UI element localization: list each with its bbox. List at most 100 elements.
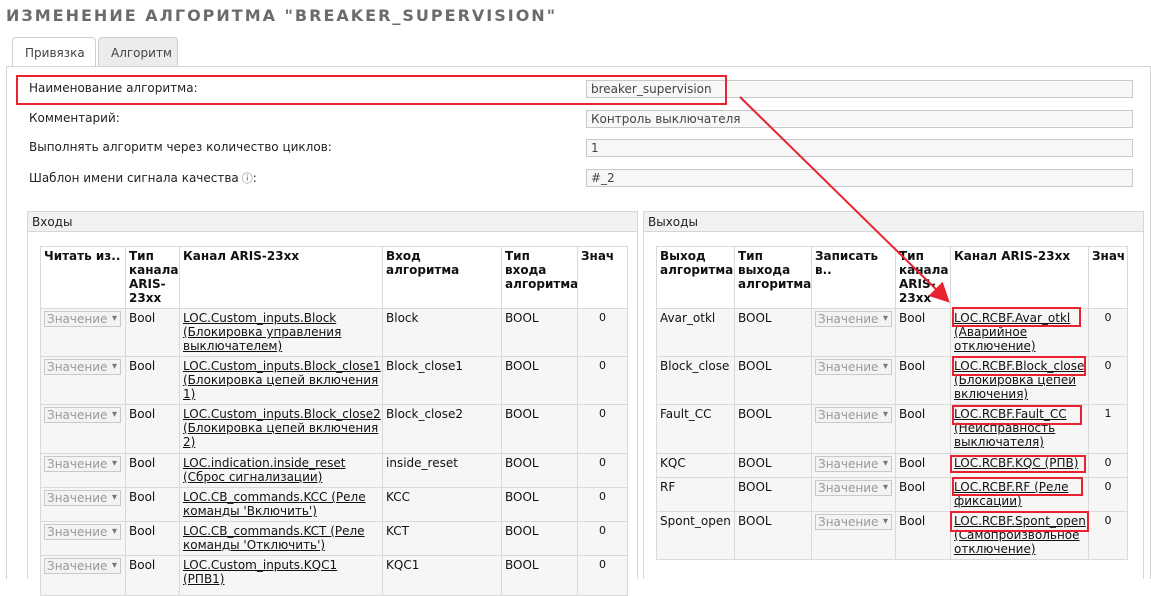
channel-link[interactable]: LOC.Custom_inputs.KQC1 (РПВ1) bbox=[183, 558, 337, 586]
table-row: Значение ▾ Bool LOC.Custom_inputs.Block_clo… bbox=[40, 404, 628, 454]
chevron-down-icon: ▾ bbox=[882, 516, 888, 527]
write-to-select[interactable]: Значение ▾ bbox=[815, 514, 892, 530]
alg-input-cell: inside_reset bbox=[382, 453, 502, 488]
read-from-cell: Значение ▾ bbox=[40, 356, 126, 405]
channel-type-cell: Bool bbox=[125, 521, 180, 556]
out-channel-type-cell: Bool bbox=[895, 404, 951, 454]
table-row: Значение ▾ Bool LOC.Custom_inputs.KQC1 (РПВ… bbox=[40, 555, 628, 596]
page-title: ИЗМЕНЕНИЕ АЛГОРИТМА "BREAKER_SUPERVISION… bbox=[6, 6, 558, 25]
chevron-down-icon: ▾ bbox=[882, 361, 888, 372]
read-from-cell: Значение ▾ bbox=[40, 521, 126, 556]
channel-link[interactable]: LOC.Custom_inputs.Block (Блокировка упра… bbox=[183, 311, 341, 353]
select-value: Значение bbox=[47, 408, 108, 422]
header-channel: Канал ARIS-23xx bbox=[179, 246, 383, 309]
quality-template-input[interactable] bbox=[586, 169, 1133, 187]
write-to-select[interactable]: Значение ▾ bbox=[815, 456, 892, 472]
table-row: Значение ▾ Bool LOC.indication.inside_reset… bbox=[40, 453, 628, 488]
out-value-cell: 0 bbox=[1088, 308, 1128, 357]
alg-input-cell: KCT bbox=[382, 521, 502, 556]
channel-link[interactable]: LOC.CB_commands.KCC (Реле команды 'Включ… bbox=[183, 490, 366, 518]
chevron-down-icon: ▾ bbox=[111, 409, 117, 420]
cycles-input[interactable] bbox=[586, 139, 1133, 157]
select-value: Значение bbox=[818, 457, 879, 471]
value-cell: 0 bbox=[577, 555, 628, 596]
chevron-down-icon: ▾ bbox=[111, 526, 117, 537]
channel-type-cell: Bool bbox=[125, 487, 180, 522]
chevron-down-icon: ▾ bbox=[882, 313, 888, 324]
cycles-label: Выполнять алгоритм через количество цикл… bbox=[29, 140, 332, 154]
alg-output-cell: RF bbox=[656, 477, 735, 512]
tab-algorithm[interactable]: Алгоритм bbox=[98, 37, 178, 67]
select-value: Значение bbox=[47, 457, 108, 471]
out-channel-type-cell: Bool bbox=[895, 308, 951, 357]
alg-input-cell: KCC bbox=[382, 487, 502, 522]
read-from-select[interactable]: Значение ▾ bbox=[44, 311, 121, 327]
channel-cell: LOC.Custom_inputs.Block_close1 (Блокиров… bbox=[179, 356, 383, 405]
quality-template-label-text: Шаблон имени сигнала качества bbox=[29, 171, 239, 185]
chevron-down-icon: ▾ bbox=[111, 361, 117, 372]
write-to-cell: Значение ▾ bbox=[811, 511, 896, 560]
read-from-select[interactable]: Значение ▾ bbox=[44, 524, 121, 540]
out-channel-type-cell: Bool bbox=[895, 477, 951, 512]
channel-link[interactable]: LOC.Custom_inputs.Block_close1 (Блокиров… bbox=[183, 359, 381, 401]
write-to-cell: Значение ▾ bbox=[811, 477, 896, 512]
channel-cell: LOC.Custom_inputs.Block (Блокировка упра… bbox=[179, 308, 383, 357]
alg-output-type-cell: BOOL bbox=[734, 453, 812, 478]
alg-output-cell: Spont_open bbox=[656, 511, 735, 560]
info-icon[interactable]: ⓘ bbox=[242, 172, 253, 185]
tab-binding[interactable]: Привязка bbox=[12, 37, 96, 68]
select-value: Значение bbox=[47, 559, 108, 573]
alg-output-cell: Avar_otkl bbox=[656, 308, 735, 357]
inputs-section-title: Входы bbox=[28, 212, 637, 232]
read-from-cell: Значение ▾ bbox=[40, 308, 126, 357]
channel-cell: LOC.CB_commands.KCT (Реле команды 'Отклю… bbox=[179, 521, 383, 556]
header-alg-output: Выход алгоритма bbox=[656, 246, 735, 309]
channel-link[interactable]: LOC.Custom_inputs.Block_close2 (Блокиров… bbox=[183, 407, 381, 449]
channel-cell: LOC.indication.inside_reset (Сброс сигна… bbox=[179, 453, 383, 488]
alg-input-cell: KQC1 bbox=[382, 555, 502, 596]
write-to-cell: Значение ▾ bbox=[811, 453, 896, 478]
channel-link[interactable]: LOC.CB_commands.KCT (Реле команды 'Отклю… bbox=[183, 524, 365, 552]
header-out-value: Знач bbox=[1088, 246, 1128, 309]
write-to-select[interactable]: Значение ▾ bbox=[815, 480, 892, 496]
channel-type-cell: Bool bbox=[125, 404, 180, 454]
read-from-select[interactable]: Значение ▾ bbox=[44, 359, 121, 375]
table-row: Значение ▾ Bool LOC.Custom_inputs.Block (Бл… bbox=[40, 308, 628, 357]
channel-desc: (Блокировка цепей включения) bbox=[954, 373, 1076, 401]
quality-label-colon: : bbox=[252, 171, 257, 185]
read-from-select[interactable]: Значение ▾ bbox=[44, 407, 121, 423]
chevron-down-icon: ▾ bbox=[111, 560, 117, 571]
write-to-select[interactable]: Значение ▾ bbox=[815, 359, 892, 375]
quality-template-label: Шаблон имени сигнала качества ⓘ: bbox=[29, 170, 257, 186]
channel-link[interactable]: LOC.indication.inside_reset (Сброс сигна… bbox=[183, 456, 345, 484]
value-cell: 0 bbox=[577, 308, 628, 357]
write-to-select[interactable]: Значение ▾ bbox=[815, 311, 892, 327]
highlight-box-block-close bbox=[952, 356, 1086, 376]
alg-input-cell: Block_close1 bbox=[382, 356, 502, 405]
comment-input[interactable] bbox=[586, 110, 1133, 128]
read-from-select[interactable]: Значение ▾ bbox=[44, 456, 121, 472]
chevron-down-icon: ▾ bbox=[111, 458, 117, 469]
alg-input-type-cell: BOOL bbox=[501, 487, 578, 522]
read-from-select[interactable]: Значение ▾ bbox=[44, 490, 121, 506]
write-to-select[interactable]: Значение ▾ bbox=[815, 407, 892, 423]
select-value: Значение bbox=[47, 525, 108, 539]
out-value-cell: 0 bbox=[1088, 356, 1128, 405]
out-channel-type-cell: Bool bbox=[895, 453, 951, 478]
read-from-select[interactable]: Значение ▾ bbox=[44, 558, 121, 574]
channel-type-cell: Bool bbox=[125, 453, 180, 488]
alg-output-cell: KQC bbox=[656, 453, 735, 478]
alg-input-cell: Block_close2 bbox=[382, 404, 502, 454]
out-value-cell: 0 bbox=[1088, 511, 1128, 560]
alg-input-type-cell: BOOL bbox=[501, 356, 578, 405]
highlight-box-kqc bbox=[950, 455, 1086, 473]
channel-cell: LOC.Custom_inputs.Block_close2 (Блокиров… bbox=[179, 404, 383, 454]
select-value: Значение bbox=[818, 312, 879, 326]
read-from-cell: Значение ▾ bbox=[40, 404, 126, 454]
select-value: Значение bbox=[47, 491, 108, 505]
out-value-cell: 1 bbox=[1088, 404, 1128, 454]
alg-input-type-cell: BOOL bbox=[501, 404, 578, 454]
alg-output-type-cell: BOOL bbox=[734, 356, 812, 405]
write-to-cell: Значение ▾ bbox=[811, 308, 896, 357]
alg-input-cell: Block bbox=[382, 308, 502, 357]
